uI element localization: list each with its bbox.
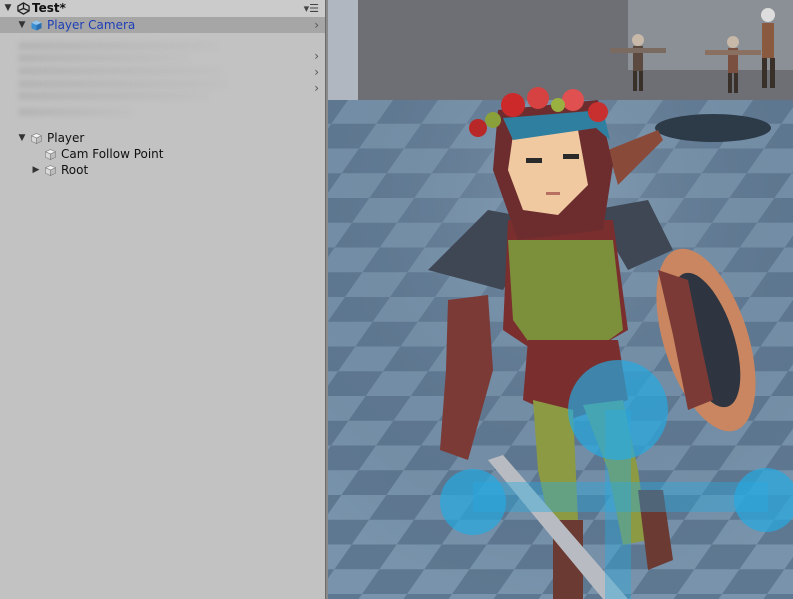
game-view[interactable] bbox=[328, 0, 793, 599]
hierarchy-item-label: Player Camera bbox=[47, 18, 136, 32]
redacted-row bbox=[18, 80, 228, 88]
hierarchy-item-player-camera[interactable]: ▼ Player Camera › bbox=[0, 17, 325, 33]
scene-header[interactable]: ▼ Test* ▾☰ bbox=[0, 0, 325, 18]
expand-triangle-icon[interactable]: ▼ bbox=[17, 17, 27, 33]
joystick-vertical-bar bbox=[605, 410, 631, 599]
unity-logo-icon bbox=[17, 2, 30, 15]
scene-title: Test* bbox=[32, 1, 66, 15]
chevron-right-icon[interactable]: › bbox=[314, 17, 319, 33]
expand-triangle-icon[interactable]: ▼ bbox=[17, 130, 27, 146]
redacted-row bbox=[18, 108, 133, 116]
cube-gray-icon bbox=[45, 165, 56, 176]
collapse-triangle-icon[interactable]: ▶ bbox=[31, 162, 41, 178]
redacted-row bbox=[18, 67, 223, 75]
hierarchy-panel: ▼ Test* ▾☰ ▼ Player Camera › › › › ▼ Pla… bbox=[0, 0, 325, 599]
redacted-row bbox=[18, 92, 208, 100]
floor-dome bbox=[655, 114, 771, 142]
redacted-row bbox=[18, 54, 188, 62]
hierarchy-item-player[interactable]: ▼ Player bbox=[0, 130, 325, 146]
hierarchy-item-cam-follow-point[interactable]: Cam Follow Point bbox=[0, 146, 325, 162]
chevron-right-icon[interactable]: › bbox=[314, 65, 319, 79]
cube-gray-icon bbox=[45, 149, 56, 160]
game-scene bbox=[328, 0, 793, 599]
hierarchy-item-label: Cam Follow Point bbox=[61, 147, 164, 161]
left-wall bbox=[328, 0, 358, 110]
hierarchy-item-label: Player bbox=[47, 131, 85, 145]
redacted-row bbox=[18, 42, 218, 50]
hierarchy-item-label: Root bbox=[61, 163, 89, 177]
chevron-right-icon[interactable]: › bbox=[314, 81, 319, 95]
expand-triangle-icon[interactable]: ▼ bbox=[3, 0, 13, 17]
cube-gray-icon bbox=[31, 133, 42, 144]
cube-blue-icon bbox=[31, 20, 42, 31]
hamburger-menu-icon[interactable]: ▾☰ bbox=[304, 0, 319, 17]
hierarchy-item-root[interactable]: ▶ Root bbox=[0, 162, 325, 178]
chevron-right-icon[interactable]: › bbox=[314, 49, 319, 63]
